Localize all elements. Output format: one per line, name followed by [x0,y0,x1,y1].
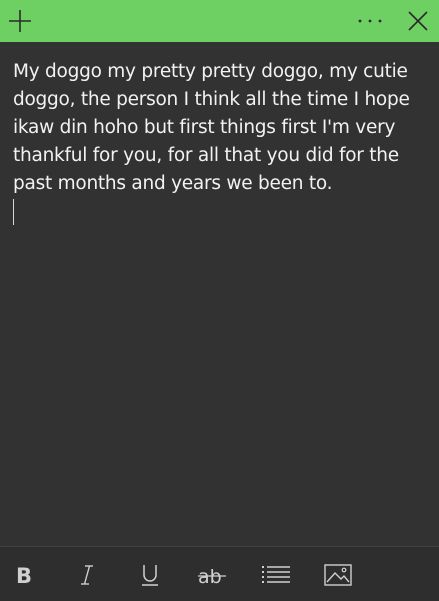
formatting-toolbar: B ab [0,546,439,601]
more-horizontal-icon [358,19,382,23]
note-text[interactable]: My doggo my pretty pretty doggo, my cuti… [13,58,433,198]
strikethrough-icon: ab [198,566,226,586]
plus-icon [9,10,31,32]
underline-icon [142,564,158,586]
text-caret [13,199,14,225]
underline-button[interactable] [128,547,172,601]
new-note-button[interactable] [0,0,40,42]
strikethrough-button[interactable]: ab [190,547,234,601]
italic-button[interactable] [65,547,109,601]
bold-icon: B [16,564,32,586]
sticky-note-window: My doggo my pretty pretty doggo, my cuti… [0,0,439,601]
svg-text:B: B [16,564,32,586]
bold-button[interactable]: B [2,547,46,601]
insert-image-button[interactable] [316,547,360,601]
bullet-list-button[interactable] [254,547,298,601]
italic-icon [81,564,93,585]
image-icon [324,563,352,586]
close-icon [408,11,428,31]
list-icon [262,565,290,583]
close-button[interactable] [398,0,438,42]
menu-button[interactable] [350,0,390,42]
title-bar[interactable] [0,0,439,42]
